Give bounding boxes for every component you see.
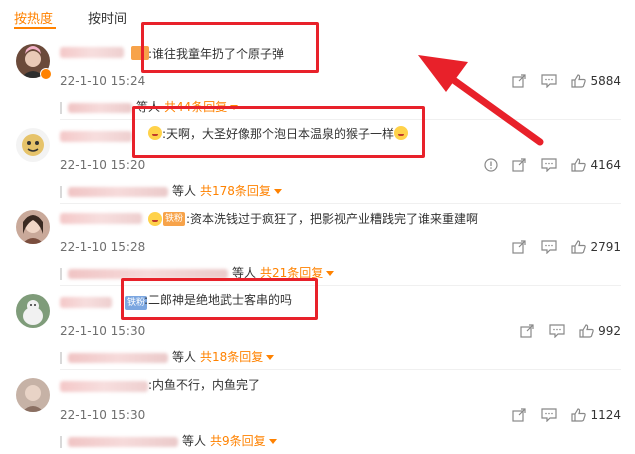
annotation-arrow xyxy=(418,55,544,146)
